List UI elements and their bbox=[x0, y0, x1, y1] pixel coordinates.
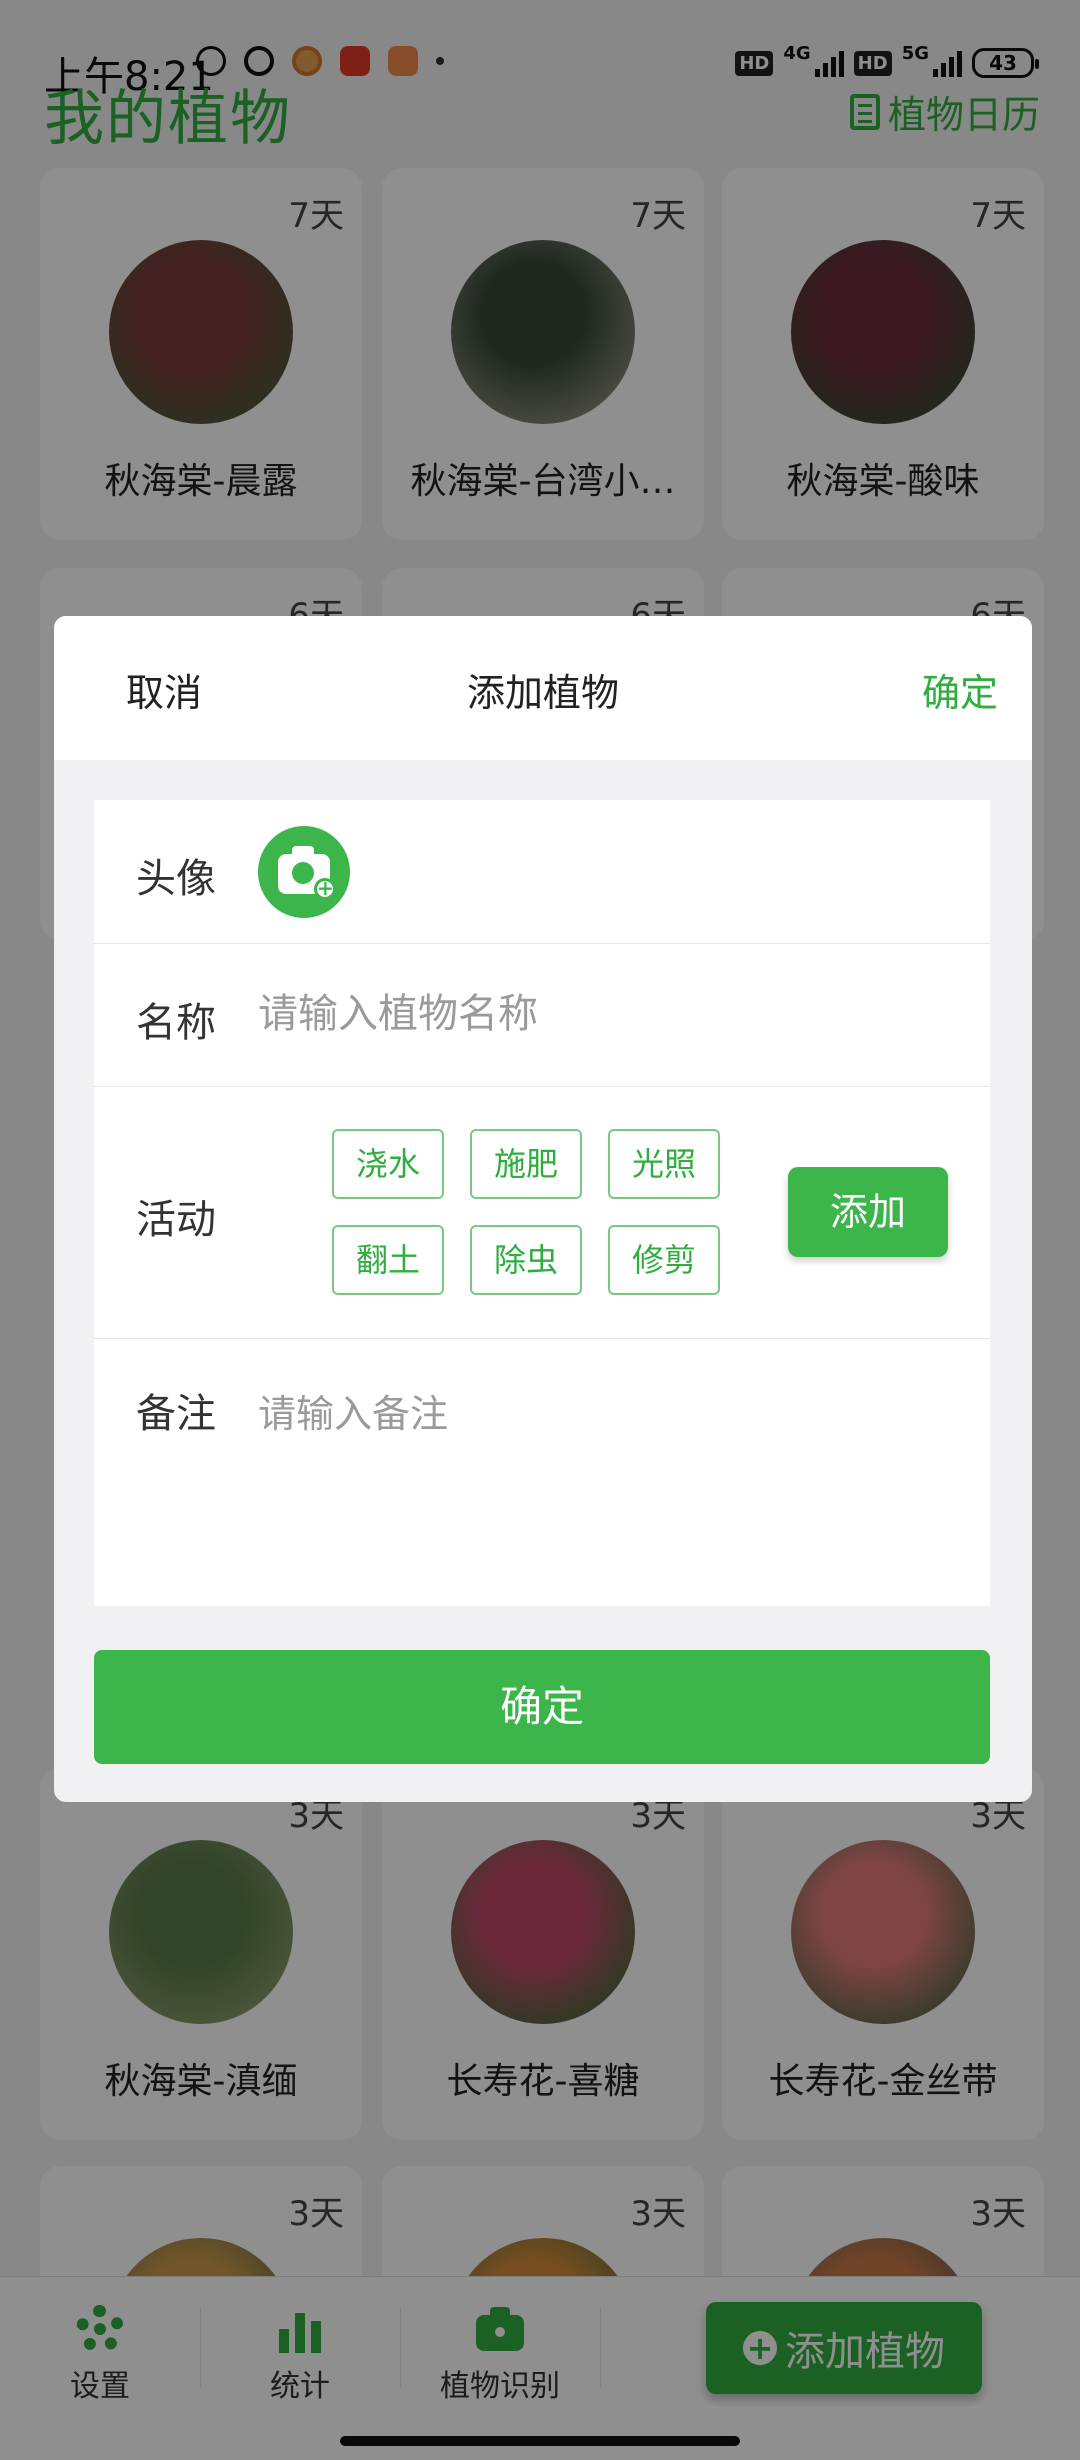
note-label: 备注 bbox=[136, 1391, 216, 1437]
activity-chip-watering[interactable]: 浇水 bbox=[332, 1129, 444, 1199]
name-label: 名称 bbox=[136, 1000, 216, 1046]
add-activity-button[interactable]: 添加 bbox=[788, 1167, 948, 1257]
plant-name-input[interactable] bbox=[258, 984, 938, 1044]
activity-row: 活动 浇水 施肥 光照 翻土 除虫 修剪 添加 bbox=[94, 1087, 990, 1339]
plus-icon: + bbox=[314, 878, 336, 900]
activity-label: 活动 bbox=[136, 1197, 216, 1243]
activity-chip-fertilize[interactable]: 施肥 bbox=[470, 1129, 582, 1199]
activity-chip-light[interactable]: 光照 bbox=[608, 1129, 720, 1199]
activity-chip-prune[interactable]: 修剪 bbox=[608, 1225, 720, 1295]
note-textarea[interactable] bbox=[258, 1383, 948, 1603]
note-row: 备注 bbox=[94, 1339, 990, 1606]
avatar-label: 头像 bbox=[136, 856, 216, 902]
cancel-button[interactable]: 取消 bbox=[126, 662, 202, 717]
add-photo-button[interactable]: + bbox=[258, 826, 350, 918]
avatar-row: 头像 + bbox=[94, 800, 990, 944]
confirm-button[interactable]: 确定 bbox=[94, 1650, 990, 1764]
activity-chip-pest-control[interactable]: 除虫 bbox=[470, 1225, 582, 1295]
name-row: 名称 bbox=[94, 944, 990, 1087]
add-plant-dialog: 添加植物 取消 确定 头像 + 名称 活动 浇水 施肥 光照 翻土 除虫 bbox=[54, 616, 1032, 1802]
activity-chip-loosen-soil[interactable]: 翻土 bbox=[332, 1225, 444, 1295]
dialog-header: 添加植物 取消 确定 bbox=[54, 616, 1032, 760]
header-confirm-button[interactable]: 确定 bbox=[922, 662, 998, 717]
add-plant-form: 头像 + 名称 活动 浇水 施肥 光照 翻土 除虫 修剪 添加 备注 bbox=[94, 800, 990, 1606]
